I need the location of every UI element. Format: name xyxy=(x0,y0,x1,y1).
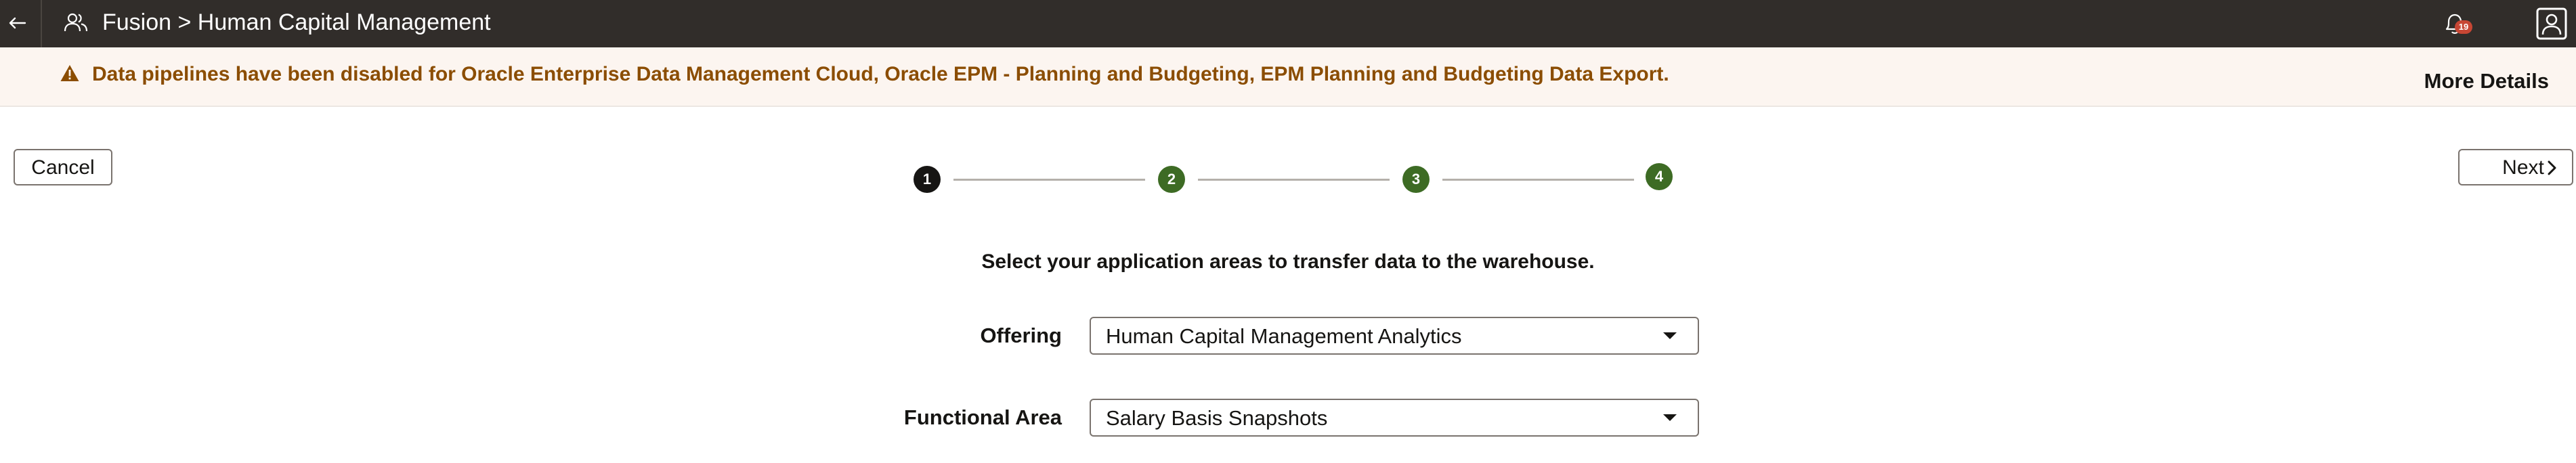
functional-area-select[interactable]: Salary Basis Snapshots xyxy=(1090,399,1699,437)
banner-message: Data pipelines have been disabled for Or… xyxy=(92,63,1669,85)
chevron-right-icon xyxy=(2548,160,2556,175)
step-4[interactable]: 4 xyxy=(1646,163,1673,190)
offering-select[interactable]: Human Capital Management Analytics xyxy=(1090,317,1699,355)
functional-area-value: Salary Basis Snapshots xyxy=(1106,406,1328,430)
offering-value: Human Capital Management Analytics xyxy=(1106,324,1462,348)
warning-icon xyxy=(60,65,79,81)
next-button-label: Next xyxy=(2502,156,2544,179)
app-title: Fusion > Human Capital Management xyxy=(102,9,491,35)
cancel-button[interactable]: Cancel xyxy=(14,149,112,185)
next-button[interactable]: Next xyxy=(2458,149,2573,185)
back-button[interactable] xyxy=(0,0,42,47)
offering-label: Offering xyxy=(980,324,1062,347)
arrow-left-icon xyxy=(9,17,26,29)
caret-down-icon xyxy=(1663,414,1677,421)
warning-banner: Data pipelines have been disabled for Or… xyxy=(0,47,2576,107)
notification-count-badge: 19 xyxy=(2455,20,2472,34)
top-bar: Fusion > Human Capital Management 19 xyxy=(0,0,2576,47)
step-connector xyxy=(1442,179,1634,181)
step-2[interactable]: 2 xyxy=(1158,166,1185,193)
people-icon xyxy=(64,13,88,32)
more-details-link[interactable]: More Details xyxy=(2424,68,2549,95)
step-1[interactable]: 1 xyxy=(914,166,941,193)
step-3[interactable]: 3 xyxy=(1402,166,1430,193)
step-connector xyxy=(1198,179,1390,181)
instruction-text: Select your application areas to transfe… xyxy=(981,250,1595,273)
step-connector xyxy=(953,179,1145,181)
caret-down-icon xyxy=(1663,332,1677,339)
user-profile-icon[interactable] xyxy=(2535,7,2568,41)
functional-area-label: Functional Area xyxy=(903,405,1062,429)
